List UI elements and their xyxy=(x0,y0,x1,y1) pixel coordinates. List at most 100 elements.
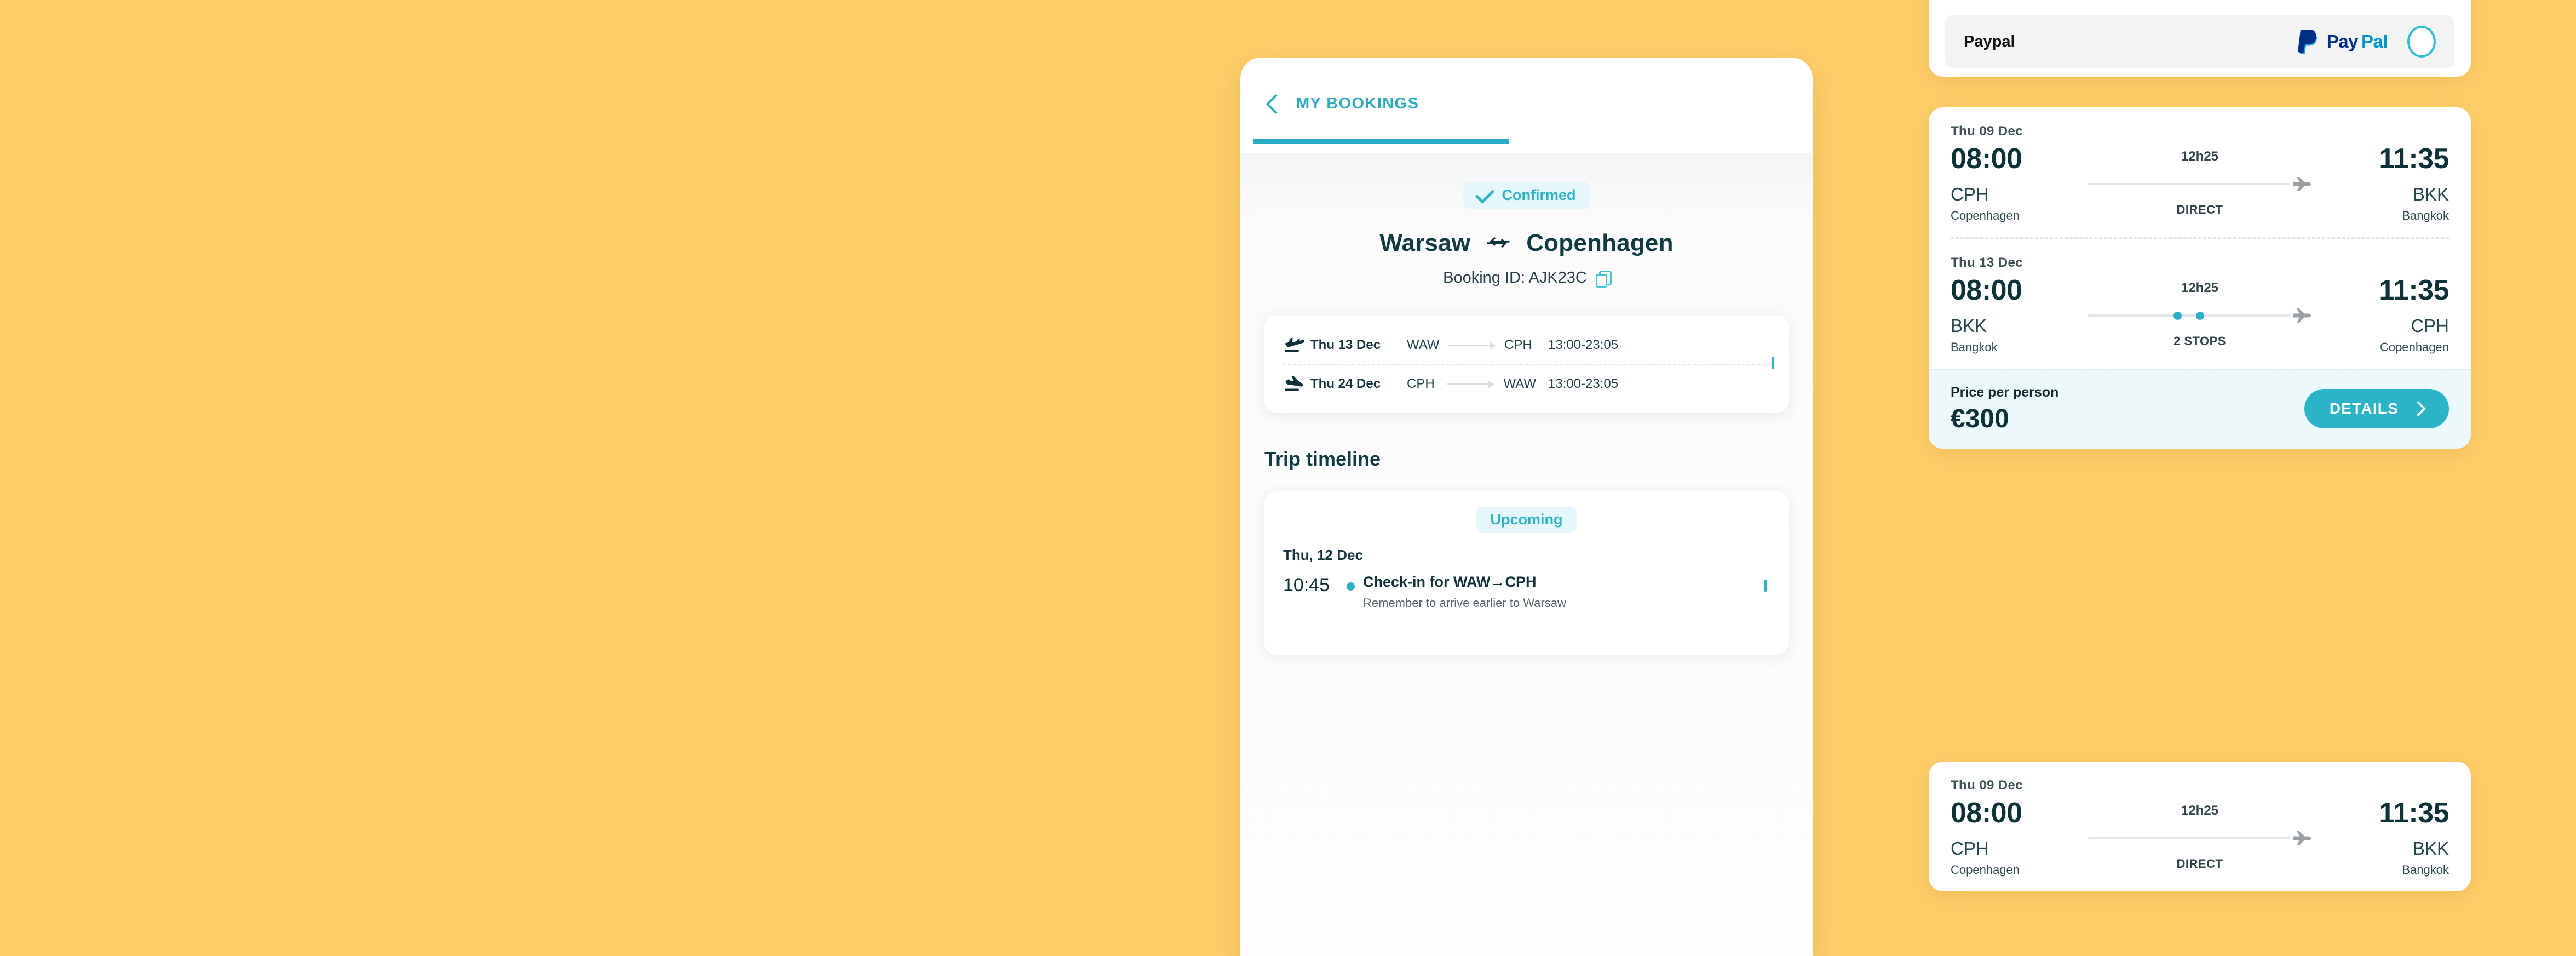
flight-legs-card[interactable]: Thu 13 Dec WAW CPH 13:00-23:05 Thu 24 De… xyxy=(1264,316,1789,413)
destination-city: Copenhagen xyxy=(1526,230,1674,256)
arrive-city: Bangkok xyxy=(2402,209,2449,222)
upcoming-badge: Upcoming xyxy=(1476,507,1577,533)
flight-segment-return: Thu 13 Dec 08:00 BKK Bangkok 12h25 2 STO… xyxy=(1929,239,2471,369)
route-title: Warsaw Copenhagen xyxy=(1240,230,1813,257)
phone-mockup: MY BOOKINGS Confirmed Warsaw Copenhagen … xyxy=(1240,58,1813,956)
chevron-right-icon xyxy=(2410,400,2427,416)
page-title: MY BOOKINGS xyxy=(1296,95,1419,112)
segment-stops: DIRECT xyxy=(2176,857,2223,871)
timeline-event-text: Check-in for WAW→CPH Remember to arrive … xyxy=(1363,574,1770,610)
depart-code: CPH xyxy=(1951,838,1989,858)
arrow-right-icon xyxy=(1448,341,1497,350)
chevron-right-icon[interactable] xyxy=(1764,580,1767,592)
depart-time: 08:00 xyxy=(1951,143,2022,175)
arrive-city: Bangkok xyxy=(2402,863,2449,877)
timeline-event-title: Check-in for WAW→CPH xyxy=(1363,574,1537,590)
segment-date: Thu 09 Dec xyxy=(1951,124,2023,139)
segment-middle: 12h25 2 STOPS xyxy=(2088,276,2312,348)
back-navigation[interactable]: MY BOOKINGS xyxy=(1266,94,1419,114)
booking-id-label: Booking ID: AJK23C xyxy=(1443,269,1587,287)
leg-to-code: CPH xyxy=(1504,337,1532,352)
trip-timeline-title: Trip timeline xyxy=(1264,448,1381,470)
leg-row-return: Thu 24 Dec CPH WAW 13:00-23:05 xyxy=(1283,369,1770,399)
leg-time: 13:00-23:05 xyxy=(1548,337,1619,352)
price-footer: Price per person €300 DETAILS xyxy=(1929,369,2471,449)
paypal-wordmark-pal: Pal xyxy=(2361,31,2388,51)
phone-scroll-body: Confirmed Warsaw Copenhagen Booking ID: … xyxy=(1240,153,1813,956)
flight-offer-card[interactable]: Thu 09 Dec 08:00 CPH Copenhagen 12h25 DI… xyxy=(1929,107,2471,449)
phone-header: MY BOOKINGS xyxy=(1240,58,1813,153)
status-badge: Confirmed xyxy=(1463,182,1590,209)
details-button[interactable]: DETAILS xyxy=(2304,388,2449,428)
flight-path-line xyxy=(2088,311,2290,320)
trip-timeline-card[interactable]: Upcoming Thu, 12 Dec 10:45 Check-in for … xyxy=(1264,491,1789,655)
depart-time: 08:00 xyxy=(1951,274,2022,306)
segment-depart: 08:00 CPH Copenhagen xyxy=(1951,145,2088,223)
origin-city: Warsaw xyxy=(1379,230,1471,256)
legs-divider xyxy=(1283,364,1770,365)
status-badge-label: Confirmed xyxy=(1502,187,1576,203)
paypal-wordmark-pay: Pay xyxy=(2326,31,2359,51)
flight-segment-outbound: Thu 09 Dec 08:00 CPH Copenhagen 12h25 DI… xyxy=(1929,762,2471,891)
plane-icon xyxy=(2292,307,2312,324)
paypal-right-group: Pay Pal xyxy=(2295,26,2436,58)
chevron-left-icon[interactable] xyxy=(1266,94,1286,114)
flight-offer-card[interactable]: Thu 09 Dec 08:00 CPH Copenhagen 12h25 DI… xyxy=(1929,762,2471,891)
booking-id-row[interactable]: Booking ID: AJK23C xyxy=(1240,269,1813,288)
segment-arrive: 11:35 CPH Copenhagen xyxy=(2312,276,2449,354)
segment-depart: 08:00 CPH Copenhagen xyxy=(1951,799,2088,877)
plane-icon xyxy=(2292,830,2312,846)
leg-time: 13:00-23:05 xyxy=(1548,376,1619,391)
price-label: Price per person xyxy=(1951,385,2059,400)
segment-depart: 08:00 BKK Bangkok xyxy=(1951,276,2088,354)
depart-time: 08:00 xyxy=(1951,797,2022,829)
timeline-event[interactable]: 10:45 Check-in for WAW→CPH Remember to a… xyxy=(1283,574,1770,610)
leg-row-outbound: Thu 13 Dec WAW CPH 13:00-23:05 xyxy=(1283,330,1770,360)
landing-icon xyxy=(1283,375,1310,393)
leg-from-code: CPH xyxy=(1407,376,1435,391)
flight-segment-outbound: Thu 09 Dec 08:00 CPH Copenhagen 12h25 DI… xyxy=(1929,107,2471,237)
paypal-row[interactable]: Paypal Pay Pal xyxy=(1945,15,2454,68)
segment-stops: DIRECT xyxy=(2176,203,2223,216)
paypal-label: Paypal xyxy=(1964,32,2015,50)
radio-unselected-icon[interactable] xyxy=(2407,26,2436,58)
depart-city: Copenhagen xyxy=(1951,209,2020,222)
segment-arrive: 11:35 BKK Bangkok xyxy=(2312,799,2449,877)
swap-arrows-icon xyxy=(1486,232,1511,254)
flight-path-line xyxy=(2088,183,2290,185)
payment-method-card[interactable]: Paypal Pay Pal xyxy=(1929,0,2471,77)
price-value: €300 xyxy=(1951,404,2009,433)
plane-icon xyxy=(2292,176,2312,192)
timeline-event-open[interactable] xyxy=(1764,580,1767,592)
timeline-date: Thu, 12 Dec xyxy=(1283,547,1363,563)
copy-icon[interactable] xyxy=(1595,270,1612,288)
arrive-code: BKK xyxy=(2412,184,2449,204)
segment-middle: 12h25 DIRECT xyxy=(2088,145,2312,217)
active-tab-indicator xyxy=(1254,139,1509,144)
chevron-right-icon[interactable] xyxy=(1772,356,1774,369)
leg-from-code: WAW xyxy=(1407,337,1440,352)
legs-card-expand[interactable] xyxy=(1772,356,1774,369)
paypal-logo-icon: Pay Pal xyxy=(2295,26,2388,57)
details-button-label: DETAILS xyxy=(2329,399,2399,417)
arrow-right-icon xyxy=(1447,380,1496,388)
segment-arrive: 11:35 BKK Bangkok xyxy=(2312,145,2449,223)
timeline-event-subtitle: Remember to arrive earlier to Warsaw xyxy=(1363,596,1566,610)
arrive-time: 11:35 xyxy=(2379,797,2449,829)
check-icon xyxy=(1475,184,1494,204)
segment-duration: 12h25 xyxy=(2181,803,2219,818)
arrive-city: Copenhagen xyxy=(2379,340,2449,354)
segment-stops: 2 STOPS xyxy=(2173,334,2227,348)
depart-code: CPH xyxy=(1951,184,1989,204)
depart-city: Bangkok xyxy=(1951,340,1998,354)
timeline-event-time: 10:45 xyxy=(1283,575,1330,596)
arrive-code: BKK xyxy=(2412,838,2449,858)
segment-duration: 12h25 xyxy=(2181,149,2219,164)
segment-duration: 12h25 xyxy=(2181,280,2219,295)
segment-middle: 12h25 DIRECT xyxy=(2088,799,2312,871)
segment-date: Thu 09 Dec xyxy=(1951,778,2023,793)
depart-code: BKK xyxy=(1951,316,1987,336)
arrive-time: 11:35 xyxy=(2379,143,2449,175)
timeline-dot-icon xyxy=(1338,574,1363,591)
depart-city: Copenhagen xyxy=(1951,863,2020,877)
